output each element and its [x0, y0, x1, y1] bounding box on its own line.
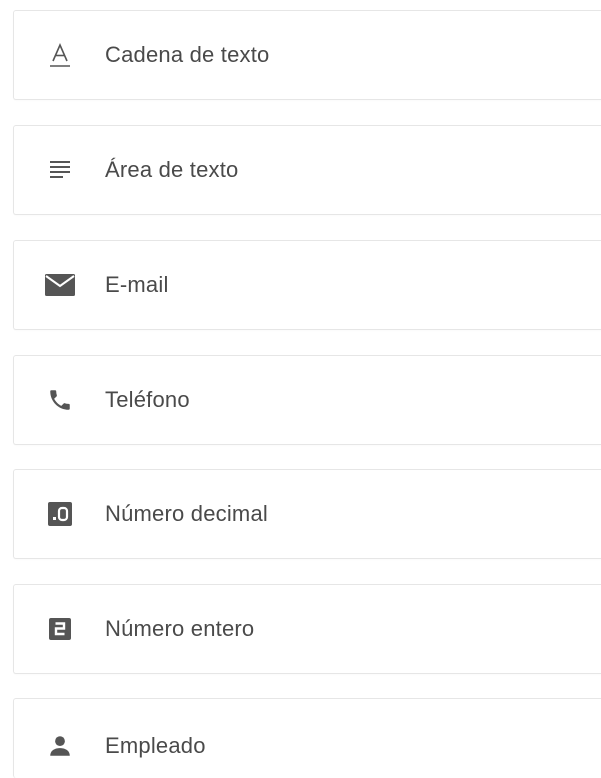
employee-icon: [42, 730, 78, 762]
field-type-email[interactable]: E-mail: [13, 240, 601, 330]
field-type-employee[interactable]: Empleado: [13, 698, 601, 778]
field-type-text-string[interactable]: Cadena de texto: [13, 10, 601, 100]
field-type-phone[interactable]: Teléfono: [13, 355, 601, 445]
field-type-label: Empleado: [105, 733, 206, 758]
text-area-icon: [42, 154, 78, 186]
phone-icon: [42, 384, 78, 416]
integer-number-icon: [42, 613, 78, 645]
field-type-label: Número decimal: [105, 501, 268, 526]
field-type-label: E-mail: [105, 272, 169, 297]
field-type-label: Cadena de texto: [105, 42, 270, 67]
text-string-icon: [42, 39, 78, 71]
field-type-label: Área de texto: [105, 157, 239, 182]
decimal-number-icon: [42, 498, 78, 530]
field-type-list: Cadena de texto Área de texto E-mail Tel…: [0, 0, 601, 778]
field-type-label: Número entero: [105, 616, 255, 641]
field-type-decimal-number[interactable]: Número decimal: [13, 469, 601, 559]
email-icon: [42, 269, 78, 301]
field-type-label: Teléfono: [105, 387, 190, 412]
field-type-integer-number[interactable]: Número entero: [13, 584, 601, 674]
field-type-text-area[interactable]: Área de texto: [13, 125, 601, 215]
